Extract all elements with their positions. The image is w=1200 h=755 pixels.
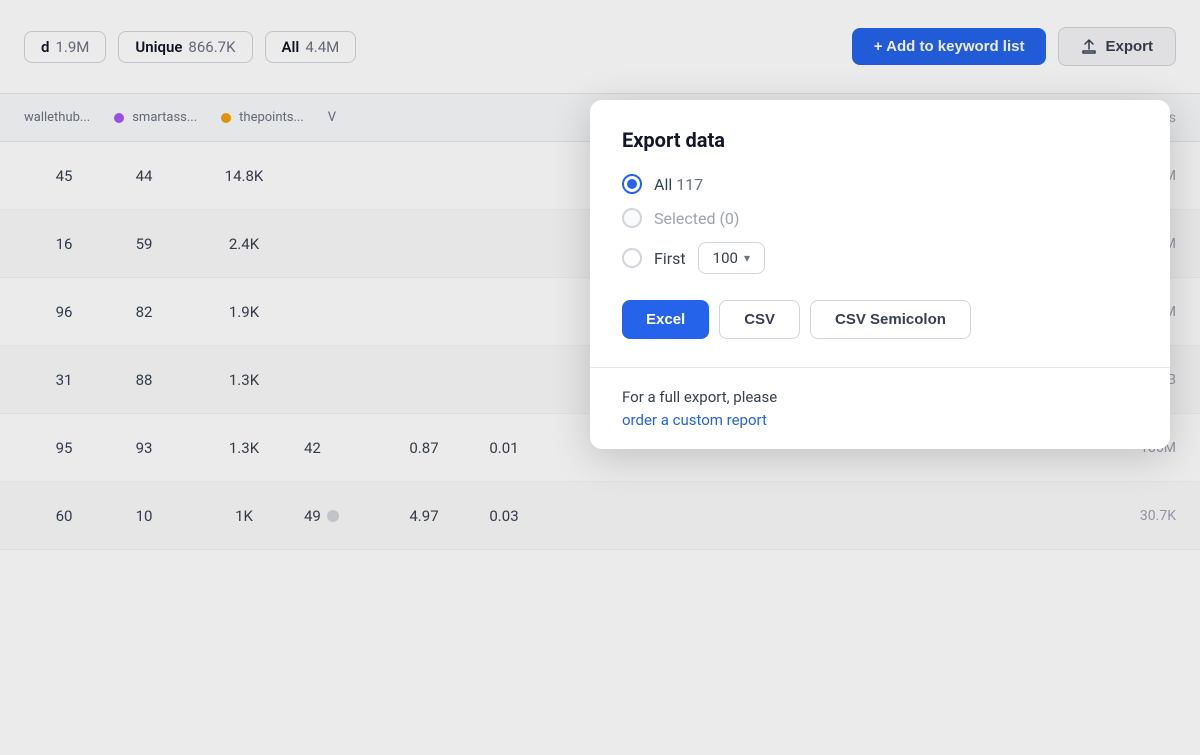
first-row: First 100 ▾ [654, 242, 765, 274]
first-count-select[interactable]: 100 ▾ [698, 242, 765, 274]
first-value: 100 [713, 249, 738, 267]
footer-text: For a full export, please [622, 388, 1138, 406]
csv-button[interactable]: CSV [719, 300, 800, 339]
radio-all-text: All [654, 175, 672, 194]
dialog-title: Export data [622, 128, 1138, 152]
radio-label-first: First [654, 249, 686, 268]
radio-circle-all [622, 174, 642, 194]
dialog-body: Export data All 117 Selected (0) [590, 100, 1170, 367]
radio-group: All 117 Selected (0) First 100 [622, 174, 1138, 274]
export-buttons: Excel CSV CSV Semicolon [622, 300, 1138, 339]
radio-selected-text: Selected [654, 209, 715, 228]
radio-all-count: 117 [676, 175, 703, 194]
order-custom-report-link[interactable]: order a custom report [622, 411, 767, 429]
radio-item-selected[interactable]: Selected (0) [622, 208, 1138, 228]
csv-semicolon-button[interactable]: CSV Semicolon [810, 300, 971, 339]
export-dialog: Export data All 117 Selected (0) [590, 100, 1170, 449]
radio-label-selected: Selected (0) [654, 209, 740, 228]
dialog-footer: For a full export, please order a custom… [590, 367, 1170, 449]
radio-circle-first [622, 248, 642, 268]
radio-label-all: All 117 [654, 175, 703, 194]
chevron-down-icon: ▾ [744, 251, 750, 265]
radio-item-all[interactable]: All 117 [622, 174, 1138, 194]
radio-item-first[interactable]: First 100 ▾ [622, 242, 1138, 274]
radio-selected-count: (0) [719, 209, 739, 228]
excel-button[interactable]: Excel [622, 300, 709, 339]
radio-circle-selected [622, 208, 642, 228]
